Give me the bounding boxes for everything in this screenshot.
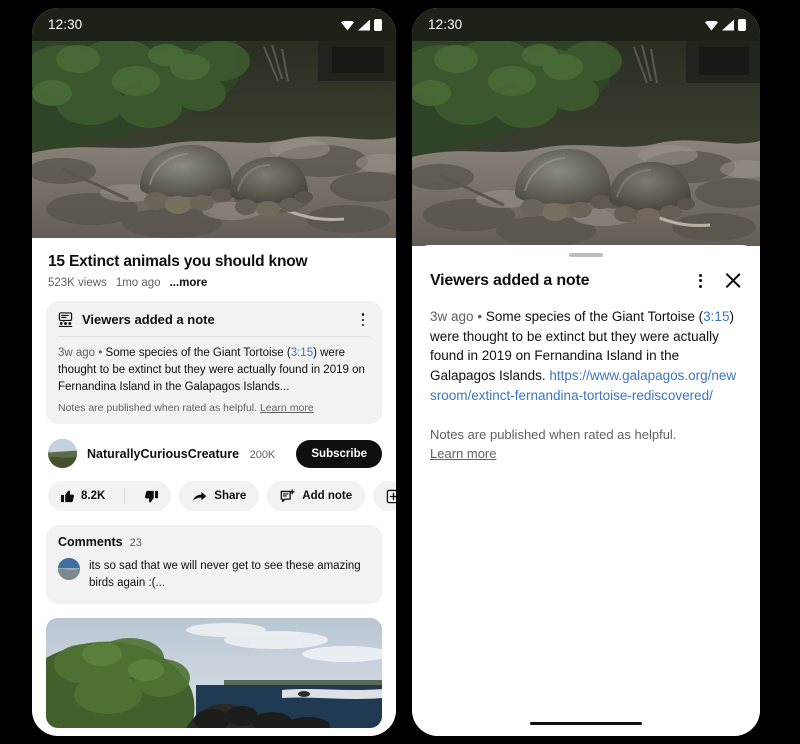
status-bar-left: 12:30 (32, 8, 396, 41)
tortoise-photo (32, 41, 396, 238)
note-video-timestamp-link[interactable]: 3:15 (291, 347, 313, 359)
status-clock: 12:30 (428, 17, 463, 32)
note-card-title: Viewers added a note (82, 312, 215, 328)
status-system-icons (341, 18, 382, 31)
wifi-icon (705, 20, 718, 31)
status-bar-right: 12:30 (412, 8, 760, 41)
comment-text: its so sad that we will never get to see… (89, 560, 361, 590)
thumbs-up-icon (60, 489, 75, 504)
share-button[interactable]: Share (179, 481, 260, 512)
note-card-footer: Notes are published when rated as helpfu… (58, 402, 370, 414)
note-card-header: Viewers added a note (58, 312, 370, 328)
viewer-note-icon (58, 312, 73, 328)
cell-signal-icon (722, 19, 734, 31)
status-clock: 12:30 (48, 17, 83, 32)
save-icon (386, 489, 396, 504)
channel-avatar[interactable] (48, 439, 77, 469)
sheet-drag-handle[interactable] (569, 253, 603, 257)
channel-row: NaturallyCuriousCreature 200K Subscribe (32, 424, 396, 469)
save-button[interactable]: Sa (373, 481, 396, 512)
next-video-thumbnail[interactable] (46, 617, 382, 728)
add-note-button[interactable]: Add note (267, 481, 366, 512)
note-separator: • (98, 347, 103, 360)
phone-left: 12:30 15 Extinct animals you should know… (32, 8, 396, 736)
video-player-thumbnail[interactable] (32, 41, 396, 238)
like-count: 8.2K (81, 490, 106, 503)
note-separator: • (477, 309, 483, 324)
like-button[interactable]: 8.2K (48, 481, 117, 511)
note-card-kebab-menu-icon[interactable] (356, 313, 370, 327)
share-label: Share (214, 490, 247, 503)
coast-photo (46, 617, 382, 728)
channel-info[interactable]: NaturallyCuriousCreature 200K (87, 445, 275, 463)
note-timestamp: 3w ago (58, 347, 96, 360)
comments-card[interactable]: Comments 23 its so sad that we will neve… (46, 525, 382, 604)
battery-icon (738, 18, 746, 31)
note-learn-more-link[interactable]: Learn more (430, 445, 496, 464)
comments-header: Comments 23 (58, 535, 370, 549)
home-indicator (530, 721, 642, 725)
sheet-note-body: 3w ago • Some species of the Giant Torto… (430, 307, 742, 406)
note-video-timestamp-link[interactable]: 3:15 (703, 309, 729, 324)
note-learn-more-link[interactable]: Learn more (260, 402, 314, 414)
chip-separator (124, 488, 126, 505)
sheet-kebab-menu-icon[interactable] (693, 273, 707, 288)
battery-icon (374, 18, 382, 31)
note-detail-sheet: Viewers added a note 3w ago • Some speci… (412, 245, 760, 736)
thumbs-down-icon (144, 489, 159, 504)
video-meta: 523K views 1mo ago ...more (32, 271, 396, 289)
note-card-divider (58, 336, 370, 338)
more-link[interactable]: ...more (170, 277, 208, 289)
note-text-before: Some species of the Giant Tortoise ( (485, 309, 704, 324)
cell-signal-icon (358, 19, 370, 31)
status-system-icons (705, 18, 746, 31)
add-note-icon (280, 489, 295, 504)
view-count: 523K views (48, 277, 107, 290)
sheet-footer: Notes are published when rated as helpfu… (430, 426, 742, 465)
dislike-button[interactable] (132, 481, 171, 511)
wifi-icon (341, 20, 354, 31)
screenshot-stage: 12:30 15 Extinct animals you should know… (0, 0, 800, 744)
channel-name: NaturallyCuriousCreature (87, 446, 240, 461)
tortoise-photo (412, 41, 760, 246)
share-icon (192, 489, 207, 504)
close-icon[interactable] (723, 271, 742, 290)
sheet-title: Viewers added a note (430, 271, 590, 289)
comments-label: Comments (58, 535, 123, 550)
sheet-header: Viewers added a note (430, 271, 742, 290)
note-footer-text: Notes are published when rated as helpfu… (58, 402, 258, 415)
viewer-note-card[interactable]: Viewers added a note 3w ago • Some speci… (46, 301, 382, 425)
video-details: 15 Extinct animals you should know 523K … (32, 238, 396, 728)
video-title: 15 Extinct animals you should know (48, 253, 308, 270)
commenter-avatar (58, 558, 80, 581)
like-dislike-chip: 8.2K (48, 481, 172, 512)
upload-age: 1mo ago (115, 277, 161, 290)
video-player-thumbnail[interactable] (412, 41, 760, 246)
note-text-before: Some species of the Giant Tortoise ( (105, 347, 291, 360)
comments-count: 23 (129, 537, 142, 550)
subscribe-button[interactable]: Subscribe (296, 439, 382, 468)
action-chip-row: 8.2K Share Add note (32, 468, 396, 512)
channel-subscribers: 200K (249, 448, 276, 461)
comment-row: its so sad that we will never get to see… (58, 558, 370, 591)
note-timestamp: 3w ago (430, 309, 474, 324)
phone-right: 12:30 Viewers added a note 3w ago • Some… (412, 8, 760, 736)
note-footer-text: Notes are published when rated as helpfu… (430, 426, 677, 442)
note-card-body: 3w ago • Some species of the Giant Torto… (58, 345, 370, 395)
add-note-label: Add note (302, 490, 353, 503)
